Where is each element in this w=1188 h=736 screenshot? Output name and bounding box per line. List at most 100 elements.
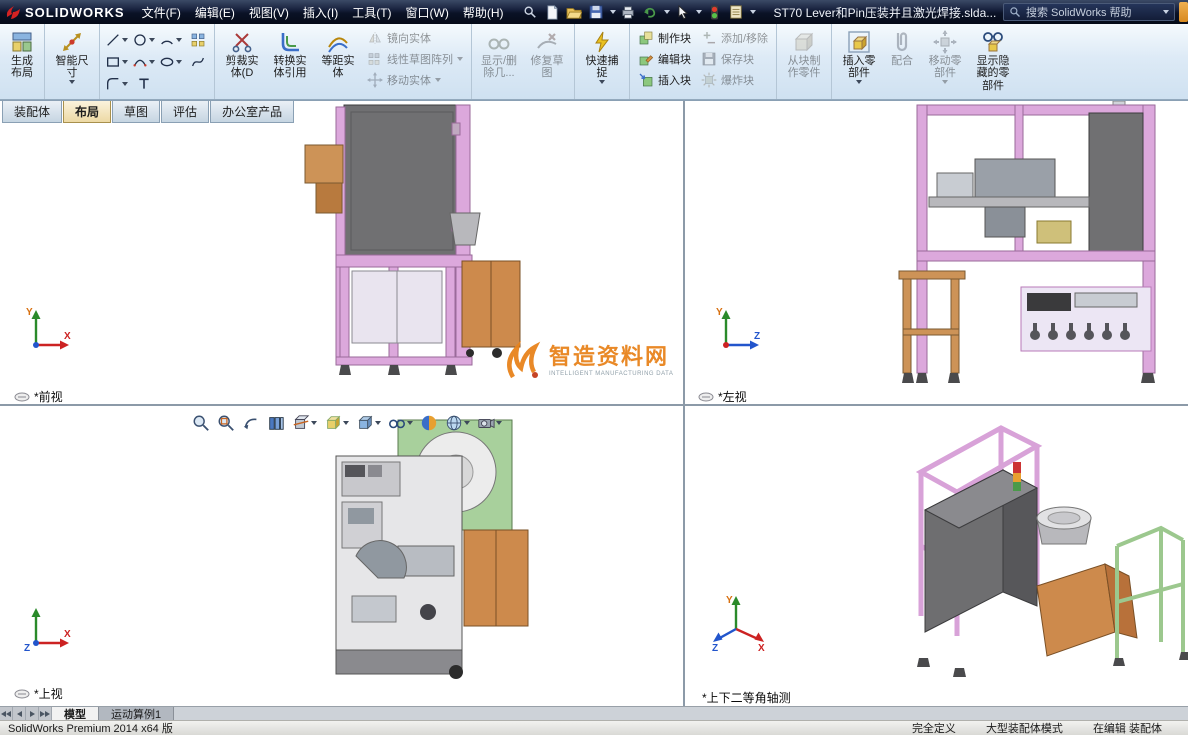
left-view-pane[interactable] <box>685 101 1188 404</box>
mate-button[interactable]: 配合 <box>883 27 921 70</box>
isometric-view-pane[interactable] <box>685 406 1188 706</box>
undo-icon[interactable] <box>641 3 660 22</box>
repair-sketch-button[interactable]: 修复草图 <box>523 27 571 83</box>
circle-caret[interactable] <box>149 37 155 42</box>
search-toggle-icon[interactable] <box>521 3 540 22</box>
options-icon[interactable] <box>727 3 746 22</box>
tab-assembly[interactable]: 装配体 <box>2 101 63 123</box>
show-hidden-components-button[interactable]: 显示隐藏的零部件 <box>969 27 1017 95</box>
smart-dimension-caret[interactable] <box>69 79 75 84</box>
edit-block-button[interactable]: 编辑块 <box>633 48 696 69</box>
sketch-pattern-tool-button[interactable] <box>184 29 211 51</box>
line-tool-button[interactable] <box>103 29 130 51</box>
section-view-button[interactable] <box>290 412 319 434</box>
convert-entities-button[interactable]: 转换实体引用 <box>266 27 314 83</box>
section-view-caret[interactable] <box>311 421 317 425</box>
trim-entities-button[interactable]: 剪裁实体(D <box>218 27 266 83</box>
tab-scroll-first-button[interactable] <box>0 707 13 720</box>
menu-file[interactable]: 文件(F) <box>135 1 188 24</box>
measure-tools-button[interactable] <box>265 412 287 434</box>
insert-components-caret[interactable] <box>856 79 863 84</box>
select-arrow-icon[interactable] <box>673 3 692 22</box>
help-search-box[interactable]: 搜索 SolidWorks 帮助 <box>1003 3 1175 21</box>
circle-tool-button[interactable] <box>130 29 157 51</box>
search-dropdown-caret[interactable] <box>1163 10 1169 14</box>
display-delete-relations-button[interactable]: 显示/删除几... <box>475 27 523 83</box>
zoom-area-button[interactable] <box>215 412 237 434</box>
rebuild-icon[interactable] <box>705 3 724 22</box>
ellipse-caret[interactable] <box>176 59 182 64</box>
insert-components-button[interactable]: 插入零部件 <box>835 27 883 87</box>
zoom-fit-button[interactable] <box>190 412 212 434</box>
open-document-icon[interactable] <box>565 3 584 22</box>
display-style-caret[interactable] <box>375 421 381 425</box>
model-tab[interactable]: 模型 <box>52 707 99 721</box>
hide-show-caret[interactable] <box>407 421 413 425</box>
select-dropdown-caret[interactable] <box>695 10 702 14</box>
previous-view-button[interactable] <box>240 412 262 434</box>
save-block-button[interactable]: 保存块 <box>696 48 773 69</box>
print-icon[interactable] <box>619 3 638 22</box>
horizontal-pane-divider[interactable] <box>0 404 1188 406</box>
create-layout-button[interactable]: 生成布局 <box>3 27 41 83</box>
add-remove-button[interactable]: 添加/移除 <box>696 27 773 48</box>
new-document-icon[interactable] <box>543 3 562 22</box>
insert-block-button[interactable]: 插入块 <box>633 69 696 90</box>
line-caret[interactable] <box>122 37 128 42</box>
move-entities-button[interactable]: 移动实体 <box>362 69 468 90</box>
quick-snaps-button[interactable]: 快速捕捉 <box>578 27 626 87</box>
tab-scroll-last-button[interactable] <box>39 707 52 720</box>
text-tool-button[interactable] <box>130 73 157 95</box>
mirror-entities-button[interactable]: 镜向实体 <box>362 27 468 48</box>
graphics-viewport[interactable]: 智造资料网 INTELLIGENT MANUFACTURING DATA Y X… <box>0 100 1188 706</box>
quick-snaps-caret[interactable] <box>599 79 605 84</box>
rectangle-tool-button[interactable] <box>103 51 130 73</box>
three-point-arc-caret[interactable] <box>149 59 155 64</box>
apply-scene-button[interactable] <box>443 412 472 434</box>
help-button[interactable] <box>1179 2 1188 22</box>
make-part-from-block-button[interactable]: 从块制作零件 <box>780 27 828 83</box>
fillet-caret[interactable] <box>122 81 128 86</box>
arc-caret[interactable] <box>176 37 182 42</box>
tab-sketch[interactable]: 草图 <box>112 101 161 123</box>
hide-show-items-button[interactable] <box>386 412 415 434</box>
display-style-button[interactable] <box>354 412 383 434</box>
ellipse-tool-button[interactable] <box>157 51 184 73</box>
three-point-arc-tool-button[interactable] <box>130 51 157 73</box>
offset-entities-button[interactable]: 等距实体 <box>314 27 362 83</box>
make-block-button[interactable]: 制作块 <box>633 27 696 48</box>
tab-scroll-next-button[interactable] <box>26 707 39 720</box>
fillet-tool-button[interactable] <box>103 73 130 95</box>
view-orientation-button[interactable] <box>322 412 351 434</box>
undo-dropdown-caret[interactable] <box>663 10 670 14</box>
menu-edit[interactable]: 编辑(E) <box>188 1 242 24</box>
tab-evaluate[interactable]: 评估 <box>161 101 210 123</box>
menu-window[interactable]: 窗口(W) <box>399 1 456 24</box>
top-view-pane[interactable] <box>0 406 683 706</box>
edit-appearance-button[interactable] <box>418 412 440 434</box>
move-component-button[interactable]: 移动零部件 <box>921 27 969 87</box>
options-dropdown-caret[interactable] <box>749 10 756 14</box>
menu-insert[interactable]: 插入(I) <box>296 1 345 24</box>
explode-block-button[interactable]: 爆炸块 <box>696 69 773 90</box>
linear-sketch-pattern-button[interactable]: 线性草图阵列 <box>362 48 468 69</box>
save-icon[interactable] <box>587 3 606 22</box>
smart-dimension-button[interactable]: 智能尺寸 <box>48 27 96 87</box>
move-entities-caret[interactable] <box>435 77 441 82</box>
arc-tool-button[interactable] <box>157 29 184 51</box>
linear-pattern-caret[interactable] <box>457 56 463 61</box>
view-settings-caret[interactable] <box>496 421 502 425</box>
menu-tools[interactable]: 工具(T) <box>345 1 398 24</box>
tab-layout[interactable]: 布局 <box>63 101 112 123</box>
menu-help[interactable]: 帮助(H) <box>456 1 511 24</box>
move-component-caret[interactable] <box>942 79 949 84</box>
spline-tool-button[interactable] <box>184 51 211 73</box>
tab-scroll-prev-button[interactable] <box>13 707 26 720</box>
tab-office-products[interactable]: 办公室产品 <box>210 101 295 123</box>
menu-view[interactable]: 视图(V) <box>242 1 296 24</box>
save-dropdown-caret[interactable] <box>609 10 616 14</box>
rectangle-caret[interactable] <box>122 59 128 64</box>
motion-study-tab[interactable]: 运动算例1 <box>99 707 175 721</box>
view-orientation-caret[interactable] <box>343 421 349 425</box>
apply-scene-caret[interactable] <box>464 421 470 425</box>
